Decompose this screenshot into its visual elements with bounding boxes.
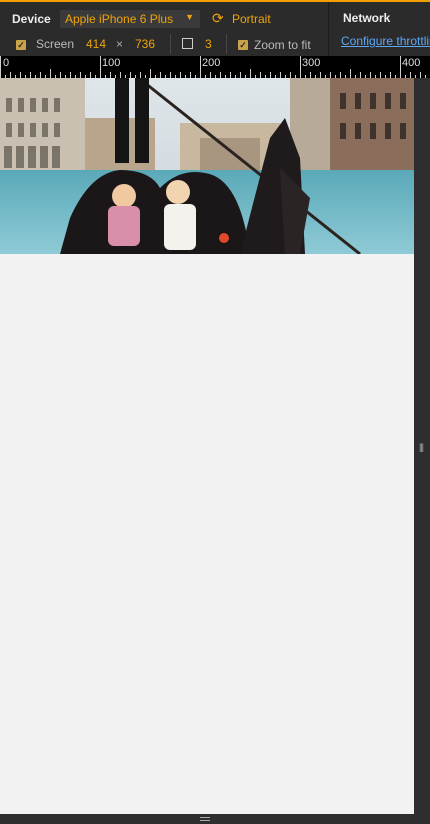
device-label: Device bbox=[12, 12, 51, 26]
times-sign: × bbox=[116, 37, 124, 51]
device-viewport[interactable] bbox=[0, 78, 414, 814]
zoom-label[interactable]: Zoom to fit bbox=[254, 38, 311, 52]
rotate-icon[interactable]: ⟳ bbox=[212, 10, 224, 27]
ruler-label-200: 200 bbox=[202, 57, 221, 69]
device-panel: Device Apple iPhone 6 Plus ▼ ⟳ Portrait … bbox=[0, 2, 326, 58]
screen-label: Screen bbox=[36, 37, 75, 51]
ruler-label-300: 300 bbox=[302, 57, 321, 69]
ruler-label-100: 100 bbox=[102, 57, 121, 69]
ruler-label-400: 400 bbox=[402, 57, 421, 69]
chevron-down-icon: ▼ bbox=[185, 12, 194, 22]
separator bbox=[226, 34, 227, 54]
bottom-resize-handle[interactable] bbox=[0, 814, 430, 824]
screen-height-field[interactable]: 736 bbox=[135, 37, 155, 51]
screen-checkbox[interactable]: ✓ bbox=[16, 40, 26, 50]
right-resize-handle[interactable]: ||| bbox=[414, 78, 430, 814]
pixel-ratio-icon bbox=[182, 38, 193, 49]
zoom-checkbox[interactable]: ✓ bbox=[238, 40, 248, 50]
device-select-value: Apple iPhone 6 Plus bbox=[65, 12, 174, 26]
gondola-photo bbox=[0, 78, 414, 254]
horizontal-grip-icon bbox=[200, 817, 210, 821]
separator bbox=[170, 34, 171, 54]
device-select[interactable]: Apple iPhone 6 Plus ▼ bbox=[60, 10, 200, 28]
emulation-toolbar: Device Apple iPhone 6 Plus ▼ ⟳ Portrait … bbox=[0, 0, 430, 58]
orientation-label[interactable]: Portrait bbox=[232, 12, 271, 26]
network-label: Network bbox=[343, 11, 391, 25]
network-panel: Network Configure throttling bbox=[328, 2, 430, 58]
vertical-grip-icon: ||| bbox=[419, 442, 424, 452]
configure-throttling-link[interactable]: Configure throttling bbox=[341, 34, 430, 48]
horizontal-ruler: 0 100 200 300 400 bbox=[0, 56, 430, 78]
screen-width-field[interactable]: 414 bbox=[86, 37, 106, 51]
ruler-label-0: 0 bbox=[3, 57, 10, 69]
pixel-ratio-field[interactable]: 3 bbox=[205, 37, 212, 51]
